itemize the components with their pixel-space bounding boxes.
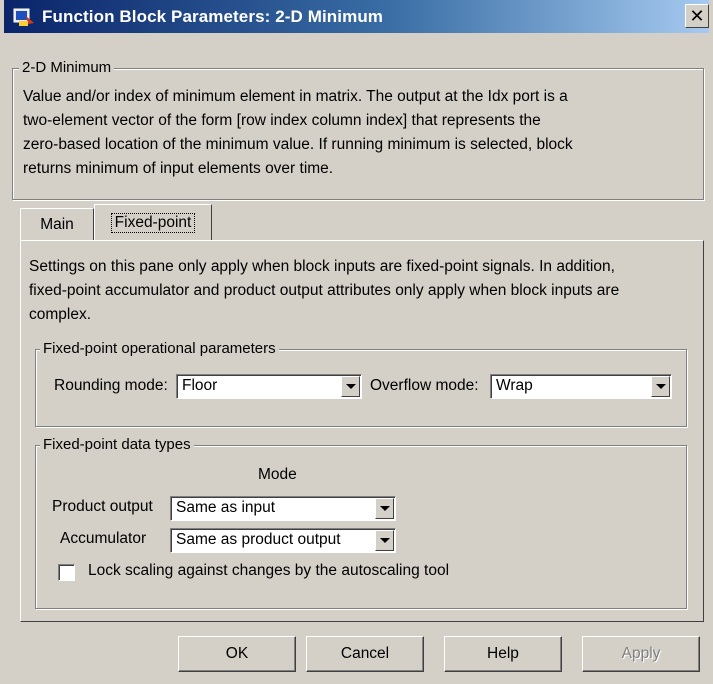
description-line: Value and/or index of minimum element in… <box>23 88 568 105</box>
close-icon: ✕ <box>689 5 705 26</box>
overflow-mode-label: Overflow mode: <box>370 377 479 394</box>
block-description: Value and/or index of minimum element in… <box>23 85 573 181</box>
close-button[interactable]: ✕ <box>685 4 709 28</box>
rounding-mode-select[interactable]: Floor <box>176 374 362 399</box>
chevron-down-icon[interactable] <box>375 498 394 519</box>
description-line: zero-based location of the minimum value… <box>23 136 573 153</box>
chevron-down-icon[interactable] <box>341 376 360 397</box>
dialog-window: Function Block Parameters: 2-D Minimum ✕… <box>0 0 713 684</box>
cancel-button[interactable]: Cancel <box>306 636 424 672</box>
ok-button[interactable]: OK <box>178 636 296 672</box>
product-output-label: Product output <box>52 498 153 515</box>
description-line: two-element vector of the form [row inde… <box>23 112 541 129</box>
block-group-title: 2-D Minimum <box>19 59 115 76</box>
accumulator-value: Same as product output <box>176 531 341 548</box>
cancel-button-label: Cancel <box>340 645 390 662</box>
fixed-point-panel: Settings on this pane only apply when bl… <box>20 240 704 622</box>
help-button[interactable]: Help <box>444 636 562 672</box>
lock-scaling-label[interactable]: Lock scaling against changes by the auto… <box>88 562 449 580</box>
tab-main[interactable]: Main <box>20 208 94 240</box>
help-button-label: Help <box>487 645 519 662</box>
data-types-group: Fixed-point data types Mode Product outp… <box>35 436 687 609</box>
product-output-value: Same as input <box>176 499 276 516</box>
rounding-mode-value: Floor <box>182 377 218 394</box>
ok-button-label: OK <box>225 645 249 662</box>
mode-column-header: Mode <box>258 466 297 483</box>
apply-button-label: Apply <box>621 645 661 662</box>
accumulator-select[interactable]: Same as product output <box>170 528 396 553</box>
overflow-mode-select[interactable]: Wrap <box>490 374 672 399</box>
window-title: Function Block Parameters: 2-D Minimum <box>42 6 384 26</box>
accumulator-label: Accumulator <box>60 530 147 547</box>
block-description-group: 2-D Minimum Value and/or index of minimu… <box>12 59 704 200</box>
title-bar[interactable]: Function Block Parameters: 2-D Minimum ✕ <box>4 0 709 33</box>
simulink-block-icon <box>13 8 34 26</box>
product-output-select[interactable]: Same as input <box>170 496 396 521</box>
chevron-down-icon[interactable] <box>651 376 670 397</box>
data-types-group-title: Fixed-point data types <box>40 436 194 453</box>
lock-scaling-checkbox[interactable] <box>58 564 75 581</box>
tab-fixed-point[interactable]: Fixed-point <box>94 204 212 240</box>
info-line: Settings on this pane only apply when bl… <box>29 258 615 275</box>
rounding-mode-label: Rounding mode: <box>54 377 168 394</box>
apply-button[interactable]: Apply <box>582 636 700 672</box>
tab-main-label: Main <box>40 215 74 233</box>
operational-parameters-group: Fixed-point operational parameters Round… <box>35 340 687 427</box>
overflow-mode-value: Wrap <box>496 377 533 394</box>
chevron-down-icon[interactable] <box>375 530 394 551</box>
description-line: returns minimum of input elements over t… <box>23 160 334 177</box>
operational-group-title: Fixed-point operational parameters <box>40 340 279 357</box>
fixed-point-info: Settings on this pane only apply when bl… <box>29 255 619 327</box>
tab-fixed-point-label: Fixed-point <box>110 212 196 233</box>
info-line: fixed-point accumulator and product outp… <box>29 282 620 299</box>
info-line: complex. <box>29 306 92 323</box>
